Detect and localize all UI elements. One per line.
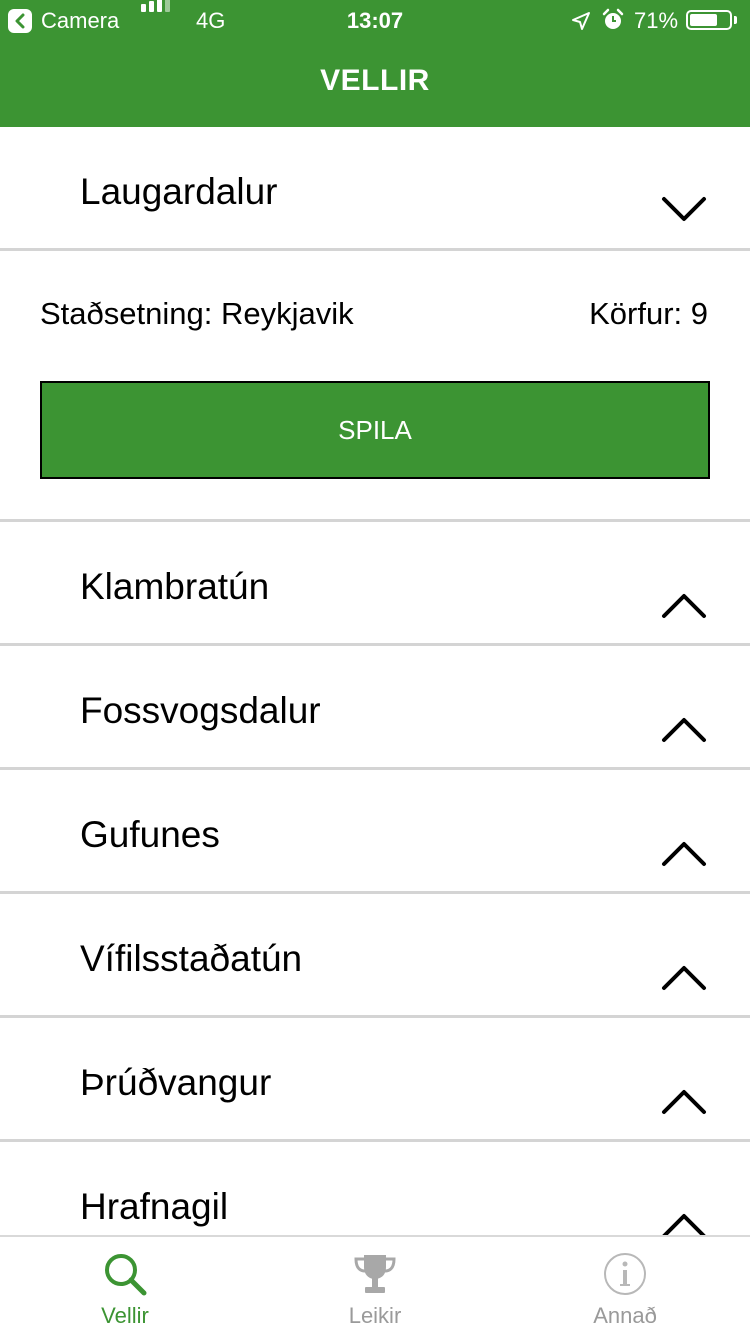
course-row-vifilsstadatun[interactable]: Vífilsstaðatún xyxy=(0,894,750,1018)
course-location: Staðsetning: Reykjavik xyxy=(40,296,354,331)
course-list: Laugardalur Staðsetning: Reykjavik Körfu… xyxy=(0,127,750,1235)
alarm-clock-icon xyxy=(602,8,624,29)
trophy-icon xyxy=(354,1255,396,1293)
course-name: Fossvogsdalur xyxy=(80,690,321,731)
tab-label: Leikir xyxy=(348,1303,402,1328)
status-bar: Camera 4G 13:07 71% xyxy=(0,0,750,40)
course-row-laugardalur[interactable]: Laugardalur xyxy=(0,127,750,251)
battery-fill xyxy=(690,14,717,26)
info-icon xyxy=(604,1253,646,1295)
course-name: Þrúðvangur xyxy=(80,1062,272,1103)
chevron-up-icon[interactable] xyxy=(660,716,708,744)
app-header: Camera 4G 13:07 71% VELLIR xyxy=(0,0,750,127)
location-arrow-icon xyxy=(572,12,590,30)
search-icon xyxy=(105,1254,147,1296)
course-name: Klambratún xyxy=(80,566,270,607)
course-name: Vífilsstaðatún xyxy=(80,938,303,979)
course-row-thrudvangur[interactable]: Þrúðvangur xyxy=(0,1018,750,1142)
battery-tip xyxy=(734,16,737,24)
play-button[interactable]: SPILA xyxy=(40,381,710,479)
battery-icon xyxy=(686,10,732,30)
tab-bar: Vellir Leikir Annað xyxy=(0,1235,750,1334)
tab-annad[interactable]: Annað xyxy=(500,1237,750,1334)
course-row-fossvogsdalur[interactable]: Fossvogsdalur xyxy=(0,646,750,770)
battery-percent: 71% xyxy=(634,8,679,33)
chevron-up-icon[interactable] xyxy=(660,964,708,992)
course-row-gufunes[interactable]: Gufunes xyxy=(0,770,750,894)
tab-leikir[interactable]: Leikir xyxy=(250,1237,500,1334)
tab-vellir[interactable]: Vellir xyxy=(0,1237,250,1334)
tab-label: Vellir xyxy=(101,1303,149,1328)
page-title: VELLIR xyxy=(320,64,430,97)
course-name: Hrafnagil xyxy=(80,1186,229,1227)
course-baskets: Körfur: 9 xyxy=(589,296,708,331)
course-details: Staðsetning: Reykjavik Körfur: 9 SPILA xyxy=(0,251,750,522)
chevron-up-icon[interactable] xyxy=(660,1088,708,1116)
course-row-hrafnagil[interactable]: Hrafnagil xyxy=(0,1142,750,1235)
chevron-up-icon[interactable] xyxy=(660,592,708,620)
course-row-klambratun[interactable]: Klambratún xyxy=(0,522,750,646)
chevron-up-icon[interactable] xyxy=(660,840,708,868)
chevron-down-icon[interactable] xyxy=(660,195,708,223)
course-name: Laugardalur xyxy=(80,171,278,212)
chevron-up-icon[interactable] xyxy=(660,1212,708,1235)
tab-label: Annað xyxy=(593,1303,657,1328)
course-name: Gufunes xyxy=(80,814,220,855)
